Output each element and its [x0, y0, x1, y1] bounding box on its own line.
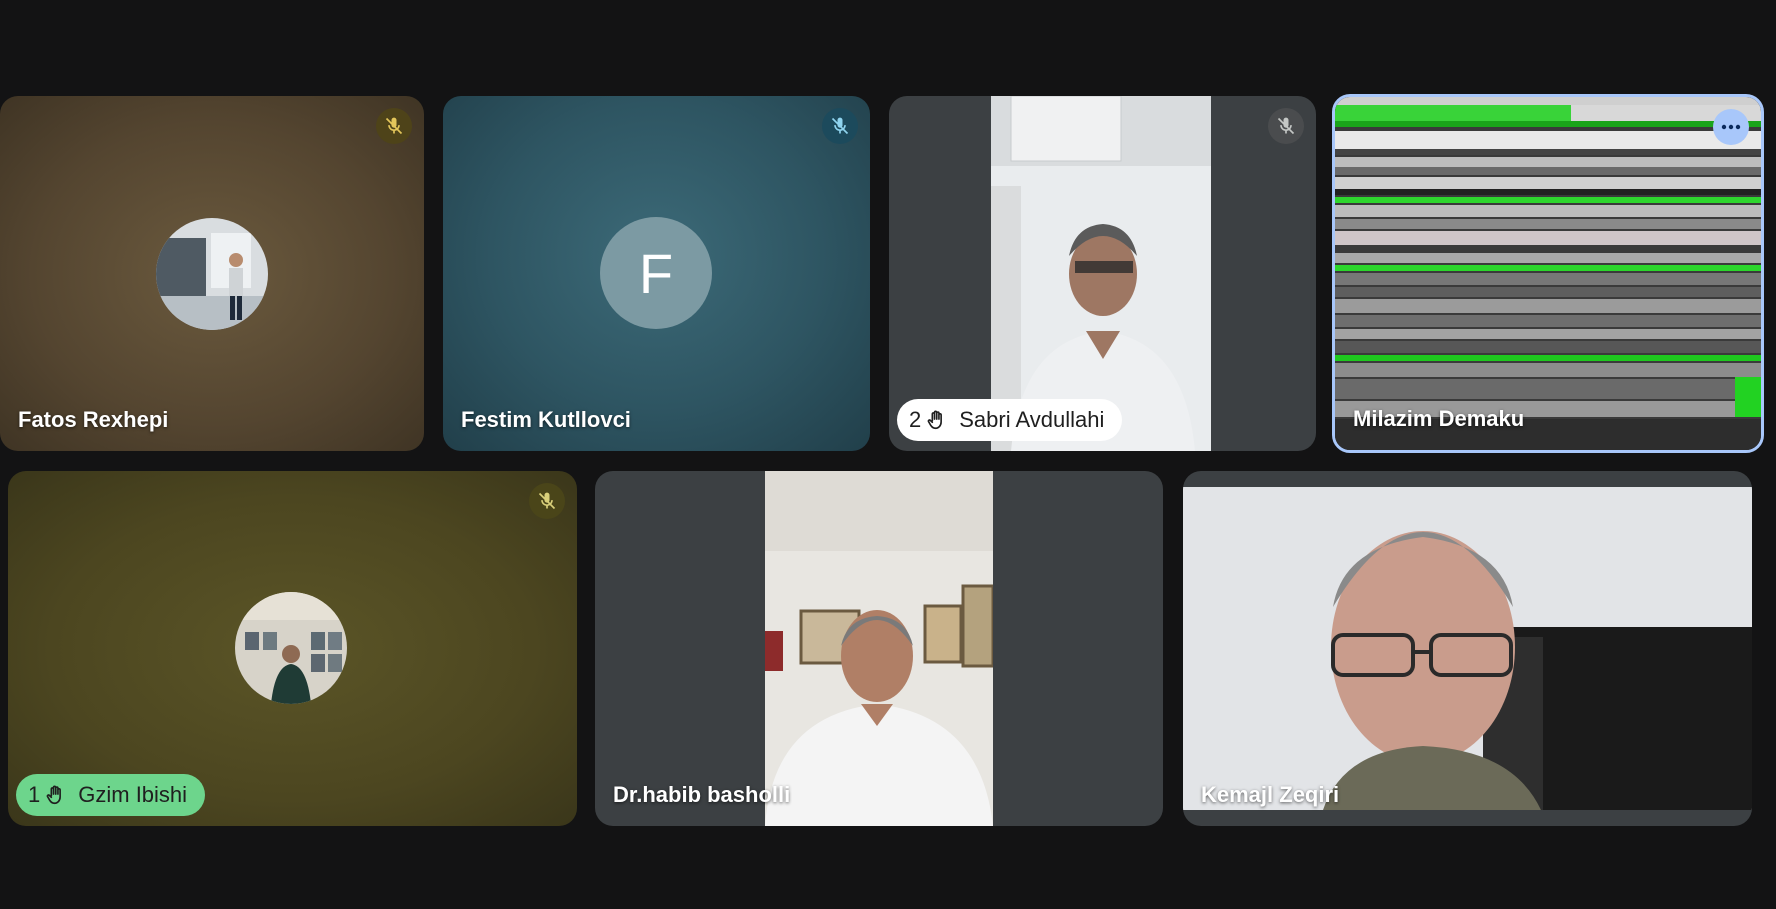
participant-video	[1183, 487, 1752, 810]
avatar	[235, 592, 347, 704]
avatar: F	[600, 217, 712, 329]
participant-name: Dr.habib basholli	[613, 782, 791, 807]
mic-off-icon	[376, 108, 412, 144]
hand-raise-order: 2	[909, 407, 922, 432]
raised-hand-icon	[46, 785, 62, 805]
participant-tile-active[interactable]: Milazim Demaku	[1332, 94, 1764, 453]
more-options-button[interactable]	[1713, 109, 1749, 145]
participant-tile[interactable]: 1 Gzim Ibishi	[8, 471, 577, 826]
participant-name: Sabri Avdullahi	[959, 407, 1105, 432]
mic-off-icon	[822, 108, 858, 144]
mic-off-icon	[1268, 108, 1304, 144]
participant-name: Festim Kutllovci	[461, 407, 631, 432]
participant-name: Kemajl Zeqiri	[1201, 782, 1340, 807]
mic-off-icon	[529, 483, 565, 519]
participant-video	[765, 471, 995, 826]
more-horiz-icon	[1721, 124, 1741, 130]
raised-hand-icon	[927, 410, 943, 430]
hand-raise-order: 1	[28, 782, 41, 807]
participant-video	[991, 96, 1211, 451]
participant-tile[interactable]: Dr.habib basholli	[595, 471, 1163, 826]
participant-tile[interactable]: Fatos Rexhepi	[0, 96, 424, 451]
participant-tile[interactable]: F Festim Kutllovci	[443, 96, 870, 451]
participant-video	[1335, 97, 1761, 450]
participant-tile[interactable]: 2 Sabri Avdullahi	[889, 96, 1316, 451]
participant-name: Milazim Demaku	[1353, 406, 1525, 431]
hand-raise-pill: 2 Sabri Avdullahi	[897, 399, 1123, 441]
participant-name: Fatos Rexhepi	[18, 407, 169, 432]
participant-tile[interactable]: Kemajl Zeqiri	[1183, 471, 1752, 826]
participant-name: Gzim Ibishi	[78, 782, 188, 807]
hand-raise-pill: 1 Gzim Ibishi	[16, 774, 206, 816]
avatar-letter: F	[638, 241, 674, 305]
avatar	[156, 218, 268, 330]
